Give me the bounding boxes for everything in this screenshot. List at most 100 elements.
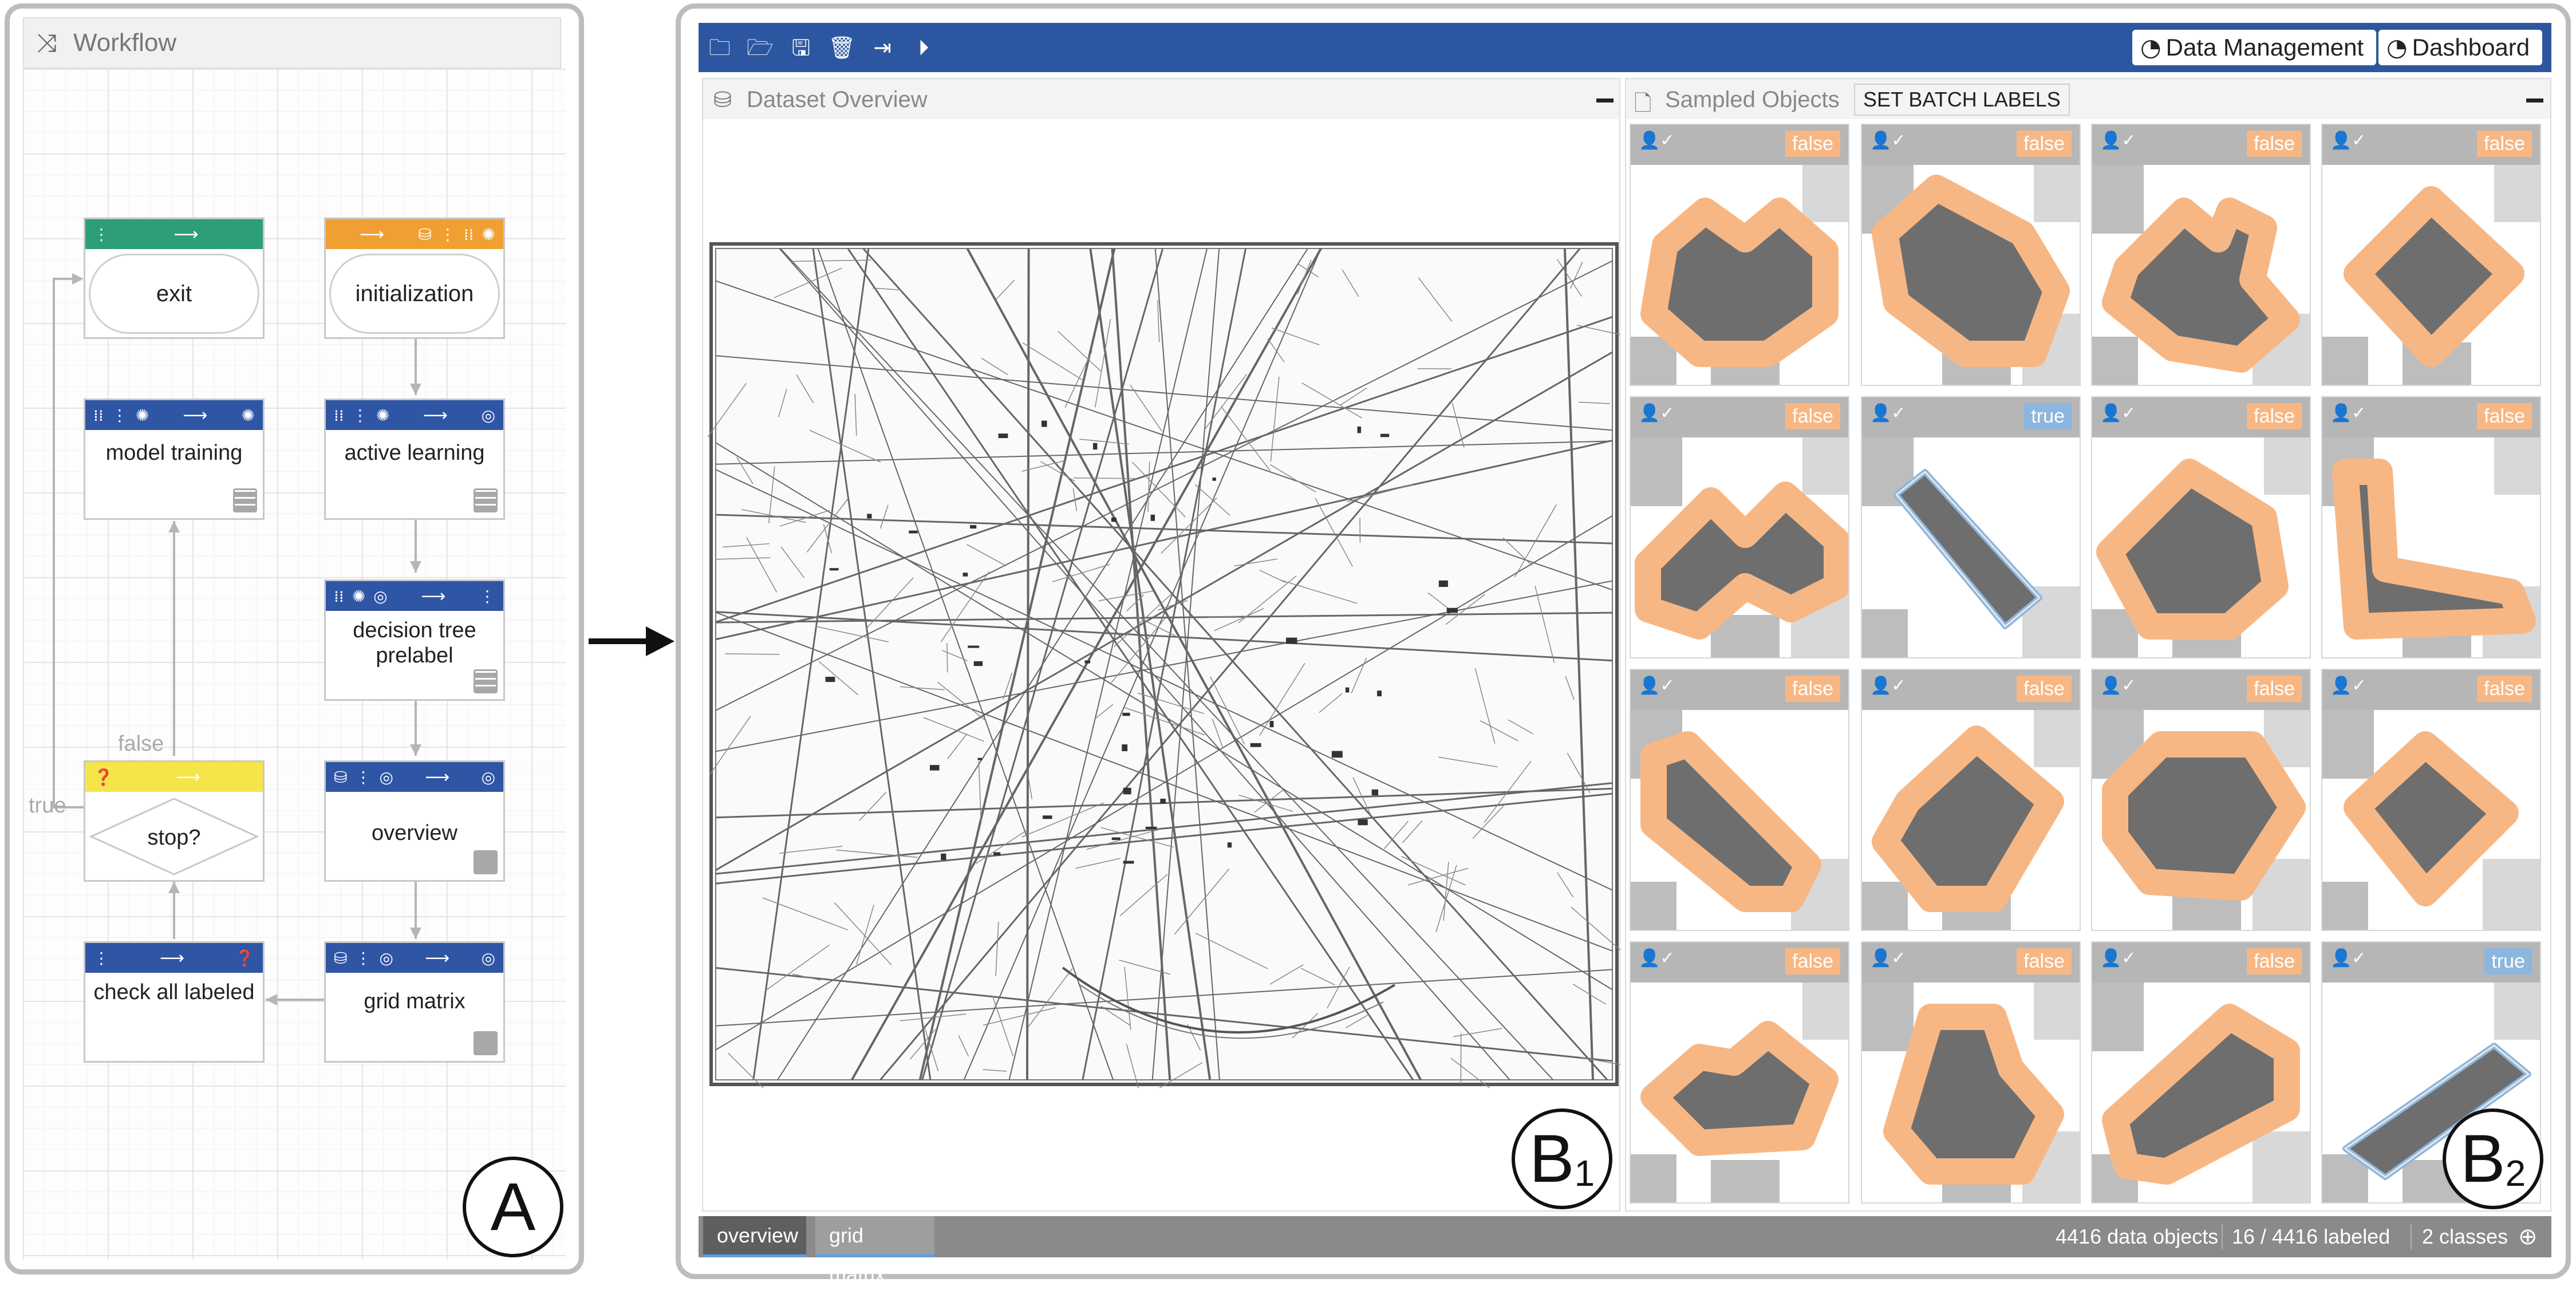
card-label-badge[interactable]: false xyxy=(2017,948,2072,975)
user-check-icon[interactable]: 👤✓ xyxy=(1639,948,1675,968)
stream-icon: ⁞⁞ xyxy=(464,225,474,244)
object-shape-image xyxy=(2322,437,2540,657)
tab-overview[interactable]: overview xyxy=(703,1216,806,1257)
sampled-object-card[interactable]: 👤✓ true xyxy=(1861,396,2081,658)
node-exit[interactable]: ⋮⟶ exit xyxy=(84,218,265,339)
user-check-icon[interactable]: 👤✓ xyxy=(1639,676,1675,696)
drag-handle-icon[interactable]: ⋮ xyxy=(355,949,371,968)
drag-handle-icon[interactable]: ⋮ xyxy=(479,587,495,606)
user-check-icon[interactable]: 👤✓ xyxy=(1639,403,1675,423)
edge-label-true: true xyxy=(29,794,66,818)
card-header: 👤✓ false xyxy=(2092,942,2310,983)
minimize-icon[interactable] xyxy=(2526,98,2543,102)
sampled-object-card[interactable]: 👤✓ false xyxy=(1861,669,2081,931)
node-decision-tree-prelabel[interactable]: ⁞⁞✺◎⟶⋮ decision tree prelabel xyxy=(324,579,505,701)
drag-handle-icon[interactable]: ⋮ xyxy=(355,768,371,787)
sampled-object-card[interactable]: 👤✓ false xyxy=(1630,124,1849,386)
user-check-icon[interactable]: 👤✓ xyxy=(2100,948,2136,968)
card-label-badge[interactable]: false xyxy=(1785,131,1840,157)
node-grid-matrix[interactable]: ⛁⋮◎⟶◎ grid matrix xyxy=(324,941,505,1063)
card-header: 👤✓ false xyxy=(1631,670,1848,710)
user-check-icon[interactable]: 👤✓ xyxy=(1870,131,1906,151)
user-check-icon[interactable]: 👤✓ xyxy=(1639,131,1675,151)
card-label-badge[interactable]: false xyxy=(2247,131,2302,157)
eye-icon: ◎ xyxy=(482,768,495,787)
user-check-icon[interactable]: 👤✓ xyxy=(2100,676,2136,696)
user-check-icon[interactable]: 👤✓ xyxy=(2330,948,2366,968)
dataset-map[interactable] xyxy=(708,240,1620,1088)
open-folder-icon[interactable]: 🗁 xyxy=(747,34,773,61)
user-check-icon[interactable]: 👤✓ xyxy=(1870,676,1906,696)
sampled-object-card[interactable]: 👤✓ false xyxy=(1861,941,2081,1204)
list-icon xyxy=(233,488,257,512)
node-active-learning[interactable]: ⁞⁞⋮✺⟶◎ active learning xyxy=(324,399,505,520)
node-model-training[interactable]: ⁞⁞⋮✺⟶✺ model training xyxy=(84,399,265,520)
drag-handle-icon[interactable]: ⋮ xyxy=(93,949,109,968)
card-label-badge[interactable]: true xyxy=(2484,948,2532,975)
card-label-badge[interactable]: false xyxy=(2477,131,2532,157)
user-check-icon[interactable]: 👤✓ xyxy=(1870,948,1906,968)
question-icon: ❓ xyxy=(235,949,255,968)
card-label-badge[interactable]: false xyxy=(2477,403,2532,429)
minimize-icon[interactable] xyxy=(1596,98,1614,102)
drag-handle-icon[interactable]: ⋮ xyxy=(112,406,128,425)
card-label-badge[interactable]: false xyxy=(1785,676,1840,702)
card-label-badge[interactable]: false xyxy=(2247,403,2302,429)
sampled-object-card[interactable]: 👤✓ false xyxy=(2091,396,2311,658)
object-shape-image xyxy=(1631,710,1848,930)
card-label-badge[interactable]: false xyxy=(2017,676,2072,702)
set-batch-labels-button[interactable]: SET BATCH LABELS xyxy=(1854,84,2070,116)
dashboard-button[interactable]: ◔Dashboard xyxy=(2378,30,2542,65)
sampled-object-card[interactable]: 👤✓ false xyxy=(1630,669,1849,931)
export-icon[interactable]: ⇥ xyxy=(869,34,896,61)
sampled-object-card[interactable]: 👤✓ false xyxy=(2091,669,2311,931)
sampled-object-card[interactable]: 👤✓ false xyxy=(2091,124,2311,386)
arrow-icon: ⟶ xyxy=(401,767,474,787)
card-label-badge[interactable]: true xyxy=(2024,403,2072,429)
user-check-icon[interactable]: 👤✓ xyxy=(2330,403,2366,423)
node-stop[interactable]: ❓⟶ stop? xyxy=(84,760,265,882)
database-icon: ⛁ xyxy=(713,87,732,112)
status-divider xyxy=(2222,1224,2223,1249)
sampled-object-card[interactable]: 👤✓ false xyxy=(1630,941,1849,1204)
dataset-overview-header: ⛁ Dataset Overview xyxy=(703,79,1619,119)
sampled-object-card[interactable]: 👤✓ false xyxy=(2091,941,2311,1204)
sampled-object-card[interactable]: 👤✓ false xyxy=(2321,396,2541,658)
node-check-all-labeled[interactable]: ⋮⟶❓ check all labeled xyxy=(84,941,265,1063)
drag-handle-icon[interactable]: ⋮ xyxy=(440,225,456,244)
card-label-badge[interactable]: false xyxy=(2477,676,2532,702)
add-class-icon[interactable]: ⊕ xyxy=(2518,1216,2538,1257)
user-check-icon[interactable]: 👤✓ xyxy=(2330,676,2366,696)
new-folder-icon[interactable]: 🗀 xyxy=(707,34,733,61)
node-initialization[interactable]: ⟶⛁⋮⁞⁞✺ initialization xyxy=(324,218,505,339)
file-icon: 🗋 xyxy=(1634,87,1652,124)
stream-icon: ⁞⁞ xyxy=(334,587,344,606)
stream-icon: ⁞⁞ xyxy=(334,406,344,425)
card-label-badge[interactable]: false xyxy=(2247,948,2302,975)
tab-grid-matrix[interactable]: grid matrix xyxy=(815,1216,934,1257)
sampled-object-card[interactable]: 👤✓ false xyxy=(1630,396,1849,658)
card-label-badge[interactable]: false xyxy=(2017,131,2072,157)
brain-icon: ✺ xyxy=(482,225,495,244)
card-label-badge[interactable]: false xyxy=(1785,403,1840,429)
user-check-icon[interactable]: 👤✓ xyxy=(1870,403,1906,423)
data-management-button[interactable]: ◔Data Management xyxy=(2132,30,2376,65)
sampled-object-card[interactable]: 👤✓ false xyxy=(2321,124,2541,386)
node-overview[interactable]: ⛁⋮◎⟶◎ overview xyxy=(324,760,505,882)
card-label-badge[interactable]: false xyxy=(2247,676,2302,702)
drag-handle-icon[interactable]: ⋮ xyxy=(352,406,368,425)
sampled-object-card[interactable]: 👤✓ false xyxy=(1861,124,2081,386)
user-check-icon[interactable]: 👤✓ xyxy=(2100,131,2136,151)
play-icon[interactable]: ⏵ xyxy=(910,34,937,61)
card-label-badge[interactable]: false xyxy=(1785,948,1840,975)
drag-handle-icon[interactable]: ⋮ xyxy=(93,225,109,244)
user-check-icon[interactable]: 👤✓ xyxy=(2330,131,2366,151)
node-label: exit xyxy=(89,254,259,334)
arrow-icon: ⟶ xyxy=(401,948,474,968)
save-icon[interactable]: 🖫 xyxy=(788,34,814,61)
user-check-icon[interactable]: 👤✓ xyxy=(2100,403,2136,423)
sampled-object-card[interactable]: 👤✓ false xyxy=(2321,669,2541,931)
trash-icon[interactable]: 🗑 xyxy=(828,34,854,61)
brain-icon: ✺ xyxy=(376,406,389,425)
eye-icon: ◎ xyxy=(482,949,495,968)
